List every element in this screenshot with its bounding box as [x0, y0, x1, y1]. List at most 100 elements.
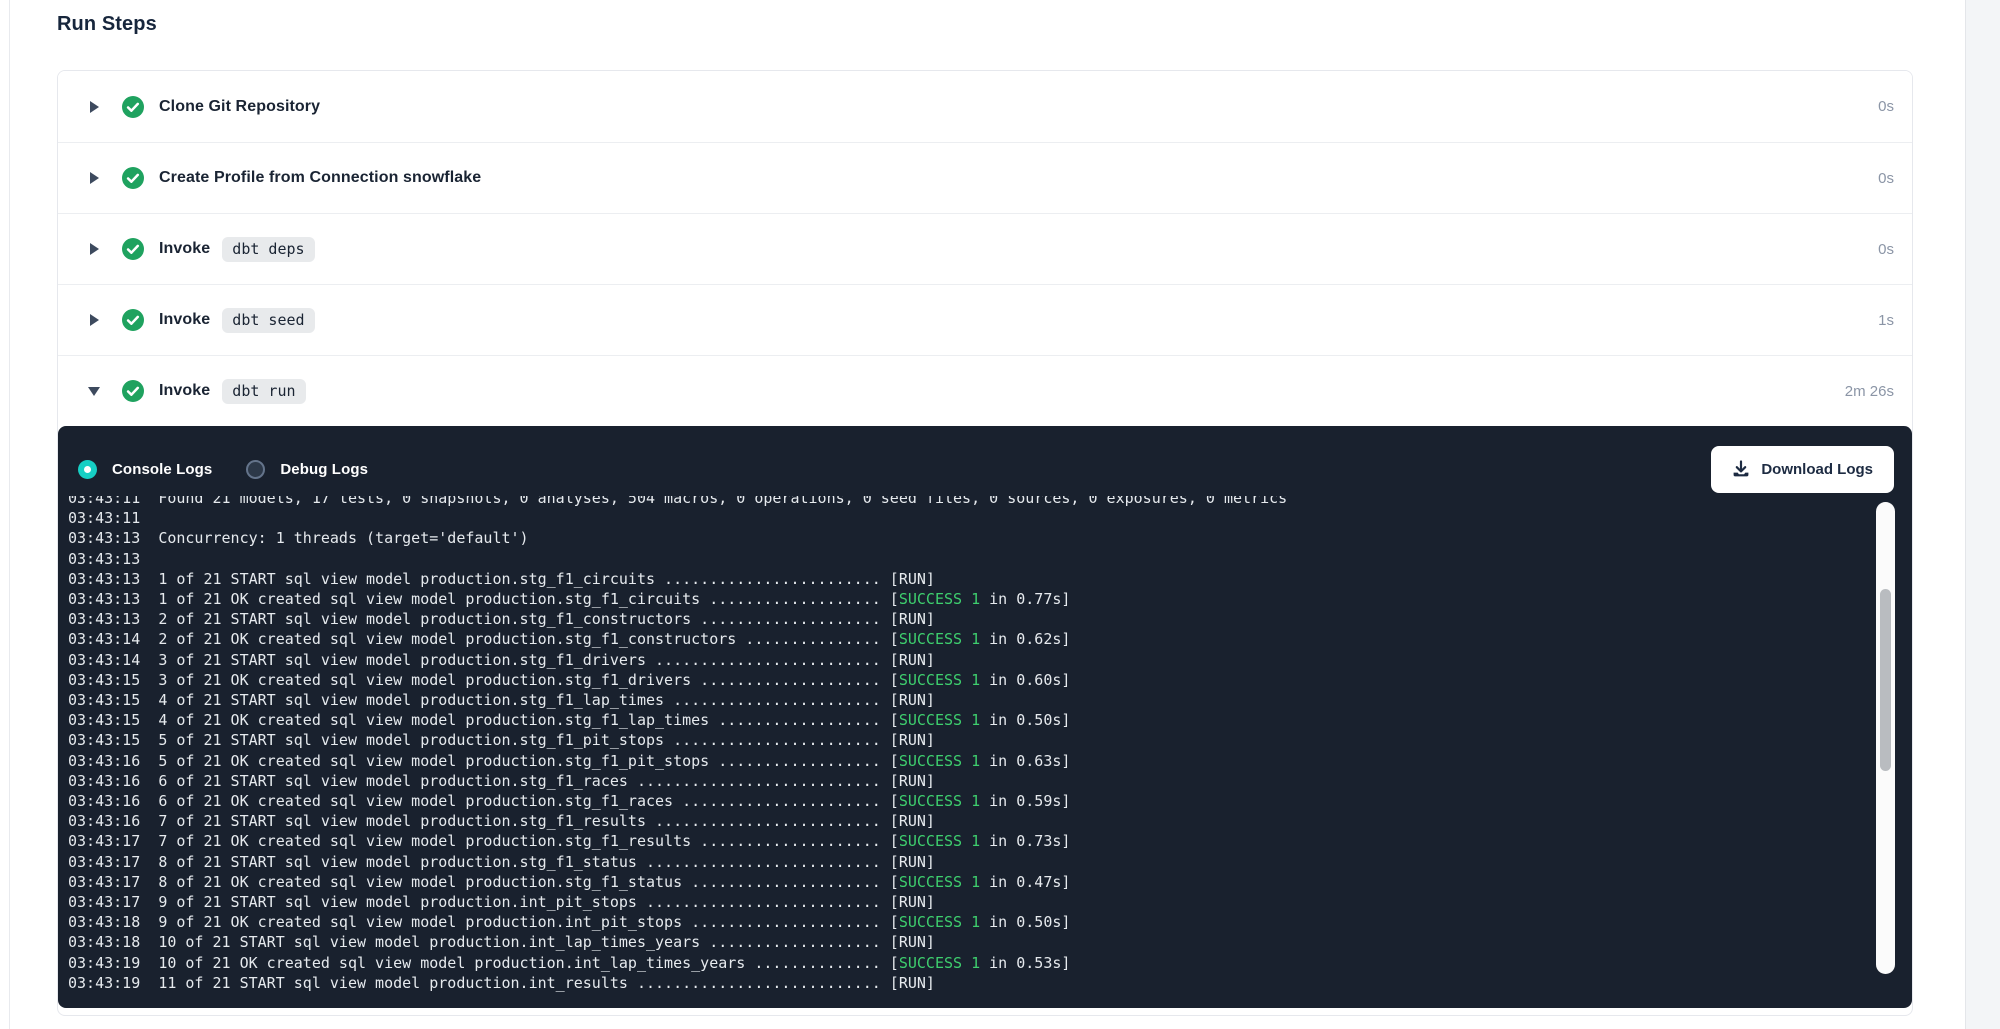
log-timestamp: 03:43:17: [68, 893, 158, 911]
log-line: 03:43:19 10 of 21 OK created sql view mo…: [68, 953, 1872, 973]
step-row[interactable]: Invokedbt deps0s: [58, 213, 1912, 284]
log-message: Concurrency: 1 threads (target='default'…: [158, 529, 528, 547]
log-success-badge: SUCCESS 1: [899, 752, 980, 770]
console-scrollbar-thumb[interactable]: [1880, 589, 1891, 771]
log-message: 8 of 21 START sql view model production.…: [158, 853, 935, 871]
step-label: Invoke: [159, 311, 210, 329]
step-duration: 0s: [1878, 241, 1894, 258]
log-message: 8 of 21 OK created sql view model produc…: [158, 873, 899, 891]
step-row[interactable]: Create Profile from Connection snowflake…: [58, 142, 1912, 213]
log-timestamp: 03:43:19: [68, 974, 158, 992]
log-message: 7 of 21 OK created sql view model produc…: [158, 832, 899, 850]
download-logs-label: Download Logs: [1761, 461, 1873, 478]
log-timestamp: 03:43:13: [68, 590, 158, 608]
log-success-badge: SUCCESS 1: [899, 671, 980, 689]
step-row[interactable]: Clone Git Repository0s: [58, 71, 1912, 142]
log-timestamp: 03:43:11: [68, 496, 158, 507]
radio-selected-icon[interactable]: [78, 460, 97, 479]
log-duration: in 0.77s]: [980, 590, 1070, 608]
console-logs-radio[interactable]: Console Logs: [78, 460, 212, 479]
chevron-right-icon[interactable]: [88, 171, 100, 185]
success-check-icon: [122, 96, 144, 118]
debug-logs-radio[interactable]: Debug Logs: [246, 460, 368, 479]
step-duration: 1s: [1878, 312, 1894, 329]
log-line: 03:43:14 3 of 21 START sql view model pr…: [68, 650, 1872, 670]
page-left-border: [9, 0, 10, 1029]
log-message: Found 21 models, 17 tests, 0 snapshots, …: [158, 496, 1287, 507]
download-logs-button[interactable]: Download Logs: [1711, 446, 1894, 493]
log-timestamp: 03:43:13: [68, 570, 158, 588]
console-scrollbar-track[interactable]: [1876, 502, 1895, 974]
log-duration: in 0.62s]: [980, 630, 1070, 648]
chevron-down-icon[interactable]: [88, 384, 100, 398]
log-message: 5 of 21 START sql view model production.…: [158, 731, 935, 749]
log-duration: in 0.47s]: [980, 873, 1070, 891]
log-success-badge: SUCCESS 1: [899, 954, 980, 972]
log-line: 03:43:19 11 of 21 START sql view model p…: [68, 973, 1872, 993]
log-message: 6 of 21 START sql view model production.…: [158, 772, 935, 790]
caret-shape: [90, 314, 99, 326]
log-duration: in 0.50s]: [980, 711, 1070, 729]
log-success-badge: SUCCESS 1: [899, 590, 980, 608]
log-line: 03:43:11: [68, 508, 1872, 528]
console-header: Console Logs Debug Logs Dow: [58, 426, 1912, 496]
success-check-icon: [122, 309, 144, 331]
log-message: 3 of 21 OK created sql view model produc…: [158, 671, 899, 689]
caret-shape: [90, 172, 99, 184]
chevron-right-icon[interactable]: [88, 242, 100, 256]
log-line: 03:43:13 1 of 21 START sql view model pr…: [68, 569, 1872, 589]
log-line: 03:43:16 7 of 21 START sql view model pr…: [68, 811, 1872, 831]
chevron-right-icon[interactable]: [88, 100, 100, 114]
log-line: 03:43:13 Concurrency: 1 threads (target=…: [68, 528, 1872, 548]
chevron-right-icon[interactable]: [88, 313, 100, 327]
log-success-badge: SUCCESS 1: [899, 832, 980, 850]
log-message: 1 of 21 OK created sql view model produc…: [158, 590, 899, 608]
step-label: Create Profile from Connection snowflake: [159, 169, 481, 187]
log-line: 03:43:15 5 of 21 START sql view model pr…: [68, 730, 1872, 750]
log-duration: in 0.60s]: [980, 671, 1070, 689]
log-line: 03:43:15 4 of 21 OK created sql view mod…: [68, 710, 1872, 730]
console-log-lines: 03:43:11 Found 21 models, 17 tests, 0 sn…: [68, 496, 1872, 993]
command-chip: dbt deps: [222, 237, 314, 262]
success-check-icon: [122, 167, 144, 189]
log-message: 4 of 21 OK created sql view model produc…: [158, 711, 899, 729]
command-chip: dbt run: [222, 379, 305, 404]
log-type-radio-group: Console Logs Debug Logs: [78, 460, 368, 479]
log-duration: in 0.73s]: [980, 832, 1070, 850]
log-success-badge: SUCCESS 1: [899, 630, 980, 648]
log-timestamp: 03:43:15: [68, 711, 158, 729]
log-message: 1 of 21 START sql view model production.…: [158, 570, 935, 588]
log-timestamp: 03:43:15: [68, 671, 158, 689]
log-timestamp: 03:43:13: [68, 550, 158, 568]
log-duration: in 0.59s]: [980, 792, 1070, 810]
log-line: 03:43:18 9 of 21 OK created sql view mod…: [68, 912, 1872, 932]
run-steps-card: Clone Git Repository0sCreate Profile fro…: [57, 70, 1913, 1016]
log-success-badge: SUCCESS 1: [899, 711, 980, 729]
log-line: 03:43:16 5 of 21 OK created sql view mod…: [68, 751, 1872, 771]
log-message: 6 of 21 OK created sql view model produc…: [158, 792, 899, 810]
log-duration: in 0.63s]: [980, 752, 1070, 770]
success-check-icon: [122, 380, 144, 402]
log-line: 03:43:17 8 of 21 OK created sql view mod…: [68, 872, 1872, 892]
log-message: 7 of 21 START sql view model production.…: [158, 812, 935, 830]
log-timestamp: 03:43:13: [68, 529, 158, 547]
step-row[interactable]: Invokedbt run2m 26s: [58, 355, 1912, 426]
log-timestamp: 03:43:13: [68, 610, 158, 628]
console-logs-label: Console Logs: [112, 461, 212, 478]
log-line: 03:43:13 2 of 21 START sql view model pr…: [68, 609, 1872, 629]
log-timestamp: 03:43:14: [68, 651, 158, 669]
log-timestamp: 03:43:14: [68, 630, 158, 648]
log-success-badge: SUCCESS 1: [899, 873, 980, 891]
console-log-viewport[interactable]: 03:43:11 Found 21 models, 17 tests, 0 sn…: [58, 496, 1872, 1008]
log-message: 9 of 21 OK created sql view model produc…: [158, 913, 899, 931]
caret-shape: [90, 243, 99, 255]
log-line: 03:43:11 Found 21 models, 17 tests, 0 sn…: [68, 496, 1872, 508]
log-timestamp: 03:43:16: [68, 792, 158, 810]
log-timestamp: 03:43:15: [68, 691, 158, 709]
radio-unselected-icon[interactable]: [246, 460, 265, 479]
log-message: 10 of 21 START sql view model production…: [158, 933, 935, 951]
step-row[interactable]: Invokedbt seed1s: [58, 284, 1912, 355]
log-line: 03:43:15 3 of 21 OK created sql view mod…: [68, 670, 1872, 690]
log-timestamp: 03:43:15: [68, 731, 158, 749]
log-message: 3 of 21 START sql view model production.…: [158, 651, 935, 669]
